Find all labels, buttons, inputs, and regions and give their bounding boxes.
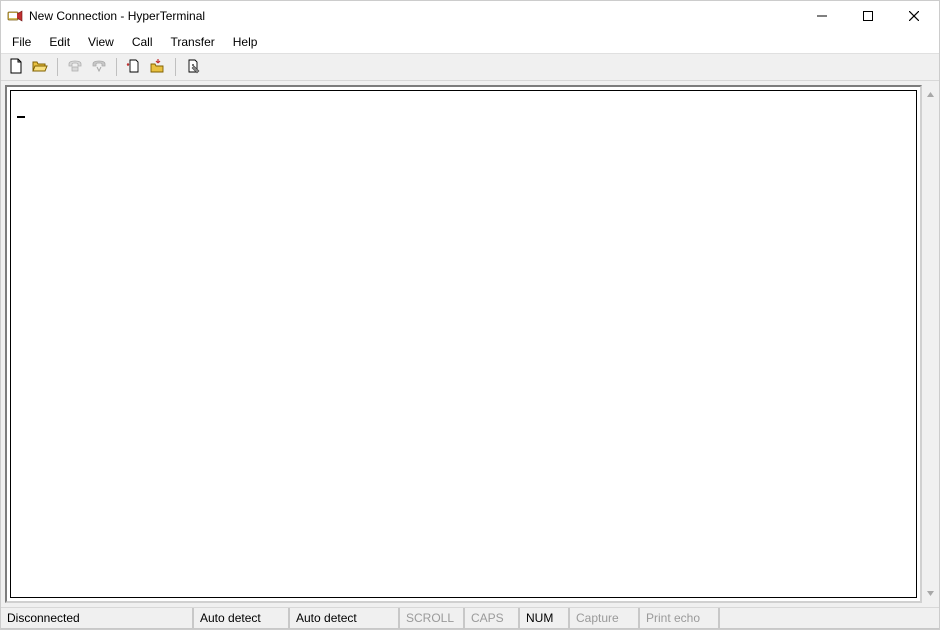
scroll-up-icon[interactable] bbox=[923, 87, 938, 102]
properties-icon bbox=[185, 58, 201, 77]
send-button[interactable] bbox=[123, 56, 145, 78]
minimize-button[interactable] bbox=[799, 1, 845, 31]
status-bar: Disconnected Auto detect Auto detect SCR… bbox=[1, 607, 939, 629]
toolbar-separator bbox=[116, 58, 117, 76]
status-capture: Capture bbox=[569, 608, 639, 629]
phone-disconnect-icon bbox=[91, 58, 107, 77]
toolbar-separator bbox=[175, 58, 176, 76]
title-bar: New Connection - HyperTerminal bbox=[1, 1, 939, 31]
status-num: NUM bbox=[519, 608, 569, 629]
maximize-button[interactable] bbox=[845, 1, 891, 31]
toolbar bbox=[1, 53, 939, 81]
new-button[interactable] bbox=[5, 56, 27, 78]
menu-edit[interactable]: Edit bbox=[40, 33, 79, 51]
status-connection: Disconnected bbox=[1, 608, 193, 629]
status-caps: CAPS bbox=[464, 608, 519, 629]
menu-transfer[interactable]: Transfer bbox=[162, 33, 224, 51]
status-spacer bbox=[719, 608, 939, 629]
connect-button[interactable] bbox=[64, 56, 86, 78]
phone-connect-icon bbox=[67, 58, 83, 77]
menu-view[interactable]: View bbox=[79, 33, 123, 51]
toolbar-separator bbox=[57, 58, 58, 76]
status-autodetect-1: Auto detect bbox=[193, 608, 289, 629]
app-icon bbox=[7, 8, 23, 24]
terminal-frame bbox=[5, 85, 922, 603]
menu-file[interactable]: File bbox=[3, 33, 40, 51]
open-folder-icon bbox=[32, 58, 48, 77]
status-scroll: SCROLL bbox=[399, 608, 464, 629]
app-window: New Connection - HyperTerminal File Edit… bbox=[0, 0, 940, 630]
receive-button[interactable] bbox=[147, 56, 169, 78]
menu-help[interactable]: Help bbox=[224, 33, 267, 51]
window-title: New Connection - HyperTerminal bbox=[29, 9, 799, 23]
properties-button[interactable] bbox=[182, 56, 204, 78]
receive-file-icon bbox=[150, 58, 166, 77]
new-file-icon bbox=[8, 58, 24, 77]
scroll-down-icon[interactable] bbox=[923, 586, 938, 601]
terminal[interactable] bbox=[10, 90, 917, 598]
status-printecho: Print echo bbox=[639, 608, 719, 629]
disconnect-button[interactable] bbox=[88, 56, 110, 78]
open-button[interactable] bbox=[29, 56, 51, 78]
menu-call[interactable]: Call bbox=[123, 33, 162, 51]
send-file-icon bbox=[126, 58, 142, 77]
vertical-scrollbar[interactable] bbox=[922, 85, 939, 603]
cursor-icon bbox=[17, 116, 25, 118]
menu-bar: File Edit View Call Transfer Help bbox=[1, 31, 939, 53]
window-controls bbox=[799, 1, 937, 31]
work-area bbox=[1, 81, 939, 607]
status-autodetect-2: Auto detect bbox=[289, 608, 399, 629]
close-button[interactable] bbox=[891, 1, 937, 31]
